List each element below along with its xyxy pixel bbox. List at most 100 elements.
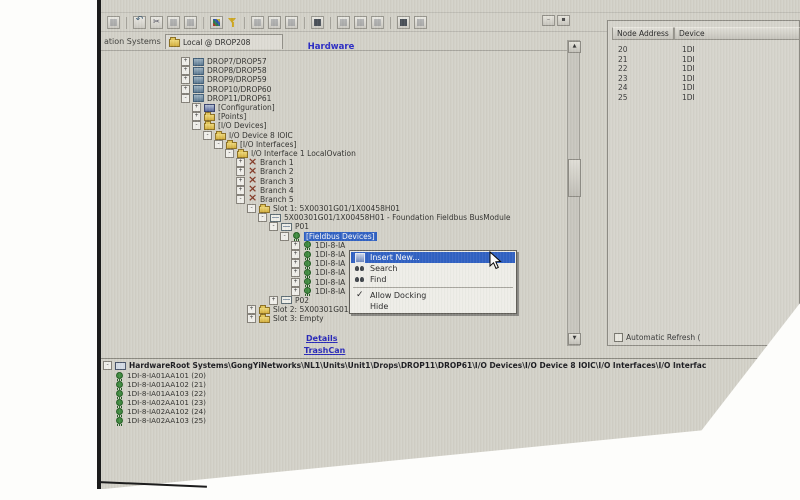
tree-item[interactable]: + DROP7/DROP57 xyxy=(101,57,565,66)
automatic-refresh-checkbox[interactable] xyxy=(614,333,623,342)
list-item[interactable]: 1DI-8-IA01AA102 (21) xyxy=(115,380,206,389)
table-row[interactable]: 23 1DI xyxy=(608,74,799,84)
table-row[interactable]: 21 1DI xyxy=(608,55,799,65)
tree-item[interactable]: - P01 xyxy=(101,222,565,231)
toolbar-separator[interactable] xyxy=(203,17,204,29)
tree-item[interactable]: + DROP10/DROP60 xyxy=(101,85,565,94)
tree-item[interactable]: + Branch 3 xyxy=(101,176,565,185)
list-item[interactable]: 1DI-8-IA01AA101 (20) xyxy=(115,371,206,380)
tree-item[interactable]: + Branch 2 xyxy=(101,167,565,176)
tree-expander-icon[interactable]: - xyxy=(192,121,201,130)
tree-item[interactable]: + [Configuration] xyxy=(101,103,565,112)
tree-expander-icon[interactable]: + xyxy=(247,314,256,323)
tree-scrollbar[interactable]: ▲ ▼ xyxy=(567,40,580,346)
tree-expander-icon[interactable]: + xyxy=(181,85,190,94)
toolbar-paste-icon[interactable] xyxy=(184,16,197,29)
tree-expander-icon[interactable]: - xyxy=(247,204,256,213)
tree-item[interactable]: - Slot 1: 5X00301G01/1X00458H01 xyxy=(101,204,565,213)
toolbar-cut-icon[interactable] xyxy=(150,16,163,29)
toolbar-print-icon[interactable] xyxy=(107,16,120,29)
tree-item[interactable]: - I/O Device 8 IOIC xyxy=(101,131,565,140)
toolbar-grip-button[interactable]: ▪ xyxy=(557,15,570,26)
tree-item[interactable]: + DROP8/DROP58 xyxy=(101,66,565,75)
scroll-up-icon[interactable]: ▲ xyxy=(568,41,581,53)
tree-item[interactable]: - [Fieldbus Devices] xyxy=(101,232,565,241)
tree-expander-icon[interactable]: + xyxy=(291,241,300,250)
tree-expander-icon[interactable]: + xyxy=(181,75,190,84)
scroll-down-icon[interactable]: ▼ xyxy=(568,333,581,345)
tree-item[interactable]: - DROP11/DROP61 xyxy=(101,94,565,103)
context-menu-item[interactable]: Find xyxy=(351,274,515,285)
toolbar-collapse-button[interactable]: – xyxy=(542,15,555,26)
list-item[interactable]: 1DI-8-IA02AA103 (25) xyxy=(115,416,206,425)
tree-expander-icon[interactable]: - xyxy=(103,361,112,370)
toolbar-open-icon[interactable] xyxy=(251,16,264,29)
toolbar-filter-icon[interactable] xyxy=(227,17,238,28)
tree-item[interactable]: + DROP9/DROP59 xyxy=(101,75,565,84)
toolbar-copy-icon[interactable] xyxy=(167,16,180,29)
tree-item[interactable]: - [I/O Interfaces] xyxy=(101,140,565,149)
toolbar-undo-icon[interactable] xyxy=(133,16,146,29)
trashcan-link[interactable]: TrashCan xyxy=(304,346,345,355)
tree-expander-icon[interactable]: + xyxy=(269,296,278,305)
tree-item[interactable]: + Slot 3: Empty xyxy=(101,314,565,323)
toolbar-separator[interactable] xyxy=(244,17,245,29)
tree-item[interactable]: - Branch 5 xyxy=(101,195,565,204)
tree-expander-icon[interactable]: - xyxy=(214,140,223,149)
tree-expander-icon[interactable]: + xyxy=(291,259,300,268)
toolbar-save-icon[interactable] xyxy=(268,16,281,29)
tree-expander-icon[interactable]: - xyxy=(236,195,245,204)
bottom-root-row[interactable]: - HardwareRoot Systems\GongYiNetworks\NL… xyxy=(103,361,795,370)
context-menu-item[interactable] xyxy=(353,287,513,288)
tree-item[interactable]: + 1DI-8-IA xyxy=(101,241,565,250)
context-menu-item[interactable]: Allow Docking xyxy=(351,290,515,301)
toolbar-search-icon[interactable] xyxy=(397,16,410,29)
tree-expander-icon[interactable]: - xyxy=(280,232,289,241)
toolbar-delete-icon[interactable] xyxy=(354,16,367,29)
toolbar-pan-icon[interactable] xyxy=(414,16,427,29)
tree-item[interactable]: - 5X00301G01/1X00458H01 - Foundation Fie… xyxy=(101,213,565,222)
tree-expander-icon[interactable]: + xyxy=(236,158,245,167)
list-item[interactable]: 1DI-8-IA01AA103 (22) xyxy=(115,389,206,398)
tree-expander-icon[interactable]: + xyxy=(291,278,300,287)
toolbar-separator[interactable] xyxy=(390,17,391,29)
toolbar-separator[interactable] xyxy=(330,17,331,29)
list-item[interactable]: 1DI-8-IA02AA102 (24) xyxy=(115,407,206,416)
tree-item[interactable]: + [Points] xyxy=(101,112,565,121)
tree-item[interactable]: - [I/O Devices] xyxy=(101,121,565,130)
toolbar-refresh-icon[interactable] xyxy=(371,16,384,29)
table-row[interactable]: 25 1DI xyxy=(608,93,799,103)
tree-expander-icon[interactable]: + xyxy=(291,250,300,259)
list-item[interactable]: 1DI-8-IA02AA101 (23) xyxy=(115,398,206,407)
tree-expander-icon[interactable]: - xyxy=(203,131,212,140)
tree-expander-icon[interactable]: - xyxy=(269,222,278,231)
tree-expander-icon[interactable]: + xyxy=(291,287,300,296)
table-row[interactable]: 20 1DI xyxy=(608,45,799,55)
toolbar-camera-icon[interactable] xyxy=(311,16,324,29)
tree-expander-icon[interactable]: - xyxy=(258,213,267,222)
tree-expander-icon[interactable]: + xyxy=(192,103,201,112)
tree-expander-icon[interactable]: + xyxy=(291,268,300,277)
details-link[interactable]: Details xyxy=(306,334,338,343)
toolbar-separator[interactable] xyxy=(126,17,127,29)
tree-expander-icon[interactable]: + xyxy=(247,305,256,314)
context-menu-item[interactable]: Hide xyxy=(351,301,515,312)
tree-item[interactable]: - I/O Interface 1 LocalOvation xyxy=(101,149,565,158)
toolbar-image-icon[interactable] xyxy=(210,16,223,29)
tree-expander-icon[interactable]: - xyxy=(225,149,234,158)
toolbar-select-icon[interactable] xyxy=(337,16,350,29)
tree-expander-icon[interactable]: + xyxy=(181,57,190,66)
tree-expander-icon[interactable]: - xyxy=(181,94,190,103)
tree-expander-icon[interactable]: + xyxy=(181,66,190,75)
toolbar-separator[interactable] xyxy=(304,17,305,29)
toolbar-copy-screen-icon[interactable] xyxy=(285,16,298,29)
tree-expander-icon[interactable]: + xyxy=(192,112,201,121)
tree-item[interactable]: + Branch 4 xyxy=(101,186,565,195)
tree-expander-icon[interactable]: + xyxy=(236,167,245,176)
column-header-device[interactable]: Device xyxy=(674,27,800,40)
scroll-thumb[interactable] xyxy=(568,159,581,197)
tree-item[interactable]: + Branch 1 xyxy=(101,158,565,167)
column-header-node-address[interactable]: Node Address xyxy=(612,27,674,40)
table-row[interactable]: 24 1DI xyxy=(608,83,799,93)
tree-expander-icon[interactable]: + xyxy=(236,186,245,195)
